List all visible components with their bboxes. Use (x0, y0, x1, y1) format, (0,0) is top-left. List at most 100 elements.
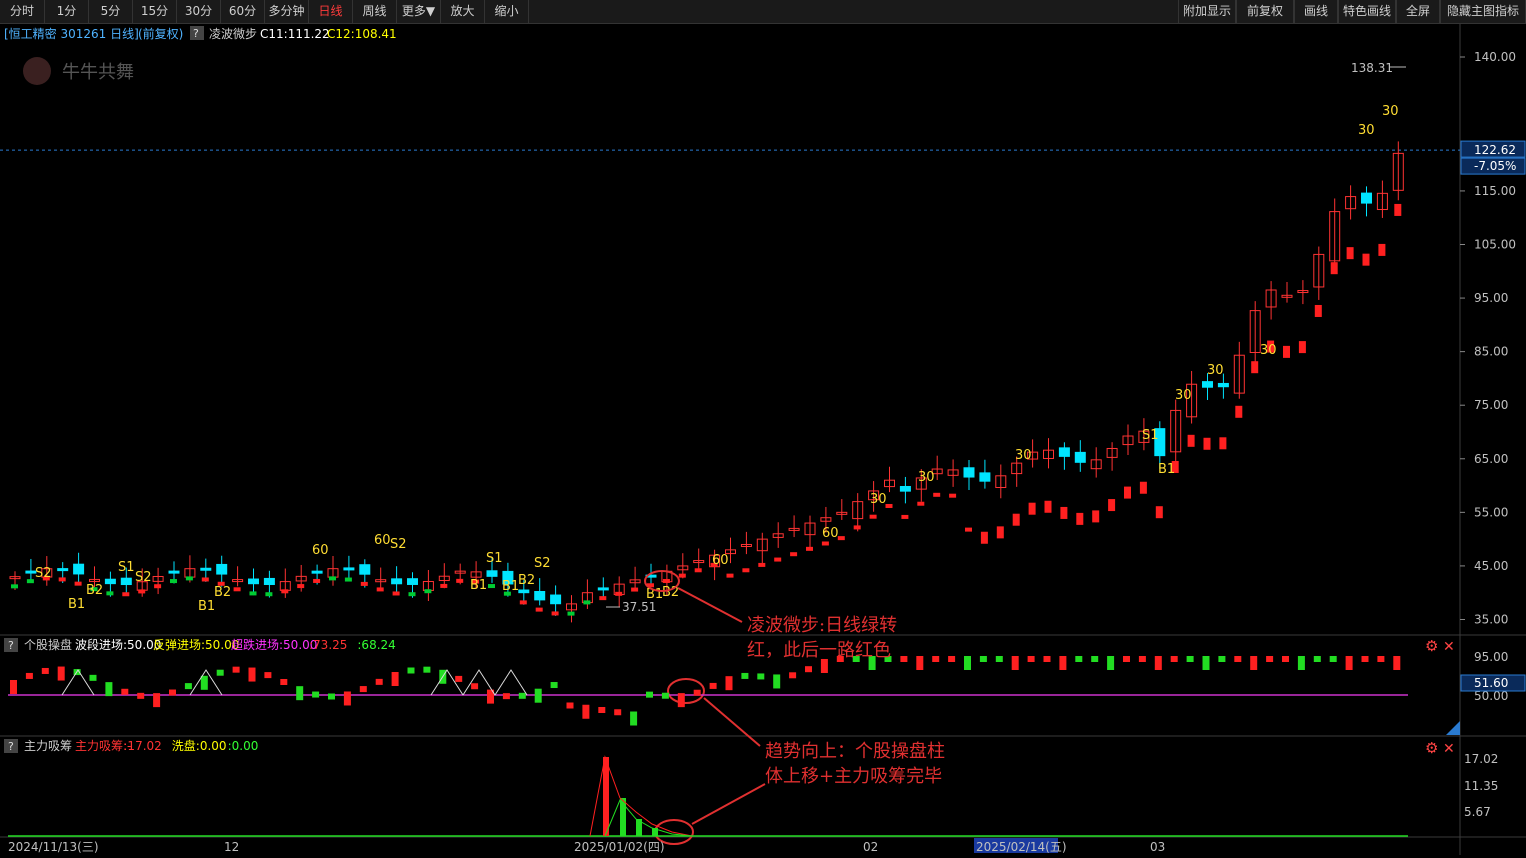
sub1-name: 个股操盘 (24, 637, 72, 652)
sub1-bar (661, 692, 669, 699)
tool-button-4[interactable]: 全屏 (1396, 0, 1440, 23)
sub1-bar (693, 689, 701, 696)
period-button-1[interactable]: 1分 (45, 0, 89, 23)
indicator-dot (329, 576, 336, 581)
indicator-dot (1187, 434, 1195, 447)
indicator-dot (1108, 499, 1116, 512)
indicator-dot (1012, 513, 1020, 526)
tool-button-2[interactable]: 画线 (1294, 0, 1338, 23)
signal-label: S2 (390, 537, 407, 552)
sub1-bar (789, 672, 797, 679)
sub1-bar (773, 674, 781, 689)
signal-label: B1 (502, 579, 519, 594)
indicator-dot (1314, 304, 1322, 317)
price-axis-label: 105.00 (1474, 237, 1516, 251)
period-button-9[interactable]: 更多▼ (397, 0, 441, 23)
period-button-11[interactable]: 缩小 (485, 0, 529, 23)
sub1-bar (169, 689, 176, 696)
candle-body (311, 570, 323, 574)
indicator-dot (742, 568, 750, 573)
sub2-param-3: :0.00 (228, 739, 259, 753)
indicator-dot (790, 552, 798, 557)
period-button-6[interactable]: 多分钟 (265, 0, 309, 23)
tool-button-0[interactable]: 附加显示 (1178, 0, 1236, 23)
sub1-peak-marker (430, 669, 464, 696)
indicator-dot (583, 600, 591, 605)
tool-button-1[interactable]: 前复权 (1236, 0, 1294, 23)
period-button-7[interactable]: 日线 (309, 0, 353, 23)
period-button-10[interactable]: 放大 (441, 0, 485, 23)
sub1-param-0: 波段进场:50.00 (75, 637, 161, 652)
candles (9, 141, 1404, 623)
sub1-bar (948, 656, 956, 662)
sub2-line-green (604, 799, 693, 837)
indicator-dot (249, 591, 257, 596)
indicator-dot (1124, 486, 1131, 499)
low-price-label: 37.51 (622, 600, 656, 614)
time-axis-label: 03 (1150, 840, 1165, 854)
signal-label: 60 (822, 526, 839, 541)
sub1-bar (343, 691, 351, 706)
sub1-bar (1123, 656, 1130, 662)
sub1-close-icon: ✕ (1443, 639, 1455, 655)
period-button-3[interactable]: 15分 (133, 0, 177, 23)
indicator-dot (567, 611, 575, 616)
indicator-dot (678, 573, 686, 578)
tool-button-5[interactable]: 隐藏主图指标 (1440, 0, 1526, 23)
indicator-dot (726, 573, 734, 578)
period-button-8[interactable]: 周线 (353, 0, 397, 23)
indicator-dot (662, 578, 670, 583)
indicator-dot (694, 568, 702, 573)
sub1-bar (1202, 656, 1210, 670)
period-button-4[interactable]: 30分 (177, 0, 221, 23)
sub1-bar (1059, 656, 1067, 670)
indicator-dot (901, 514, 909, 519)
signal-label: S2 (534, 556, 551, 571)
indicator-dot (1092, 510, 1100, 523)
indicator-dot (1283, 345, 1290, 358)
price-axis-label: 45.00 (1474, 559, 1508, 573)
sub1-bar (1266, 656, 1274, 662)
indicator-line (11, 203, 1402, 616)
signal-label: B2 (214, 585, 231, 600)
signal-label: S2 (135, 570, 152, 585)
sub1-param-3: :73.25 (309, 638, 347, 652)
candle-body (359, 564, 371, 575)
sub1-bar (1297, 656, 1305, 670)
price-axis-label: 35.00 (1474, 612, 1508, 626)
watermark: 牛牛共舞 (62, 62, 134, 83)
sub1-param-4: :68.24 (357, 638, 395, 652)
signal-label: 60 (312, 543, 329, 558)
kline-chart[interactable]: [恒工精密 301261 日线] (前复权)? 凌波微步 C11:111.22C12:… (0, 24, 1526, 855)
sub1-bar (1027, 656, 1035, 662)
tool-button-3[interactable]: 特色画线 (1338, 0, 1396, 23)
sub1-bar (10, 680, 17, 694)
indicator-dot (170, 579, 177, 584)
indicator-dot (26, 579, 34, 584)
sub1-bar (1361, 656, 1369, 662)
sub1-bar (407, 667, 415, 674)
chart-area[interactable]: [恒工精密 301261 日线] (前复权)? 凌波微步 C11:111.22 C12:… (0, 24, 1526, 855)
period-button-2[interactable]: 5分 (89, 0, 133, 23)
indicator-dot (1139, 481, 1147, 494)
indicator-dot (853, 525, 861, 530)
signal-label: B1 (1158, 462, 1175, 477)
indicator-dot (233, 587, 241, 592)
indicator-dot (1155, 506, 1163, 519)
period-button-5[interactable]: 60分 (221, 0, 265, 23)
indicator-c11: C11:111.22 (260, 27, 330, 41)
sub1-bar (1377, 656, 1385, 662)
candle-body (407, 578, 418, 585)
candle-body (263, 577, 275, 585)
indicator-dot (1330, 262, 1338, 275)
sub1-bar (153, 693, 161, 708)
indicator-dot (1235, 405, 1243, 418)
sub1-bar (1218, 656, 1226, 662)
indicator-dot (265, 592, 273, 597)
signal-label: S1 (118, 560, 135, 575)
indicator-dot (392, 591, 400, 596)
indicator-dot (1076, 512, 1084, 525)
annotation-pointer-2 (703, 697, 761, 747)
indicator-dot (1060, 506, 1068, 519)
period-button-0[interactable]: 分时 (0, 0, 45, 23)
